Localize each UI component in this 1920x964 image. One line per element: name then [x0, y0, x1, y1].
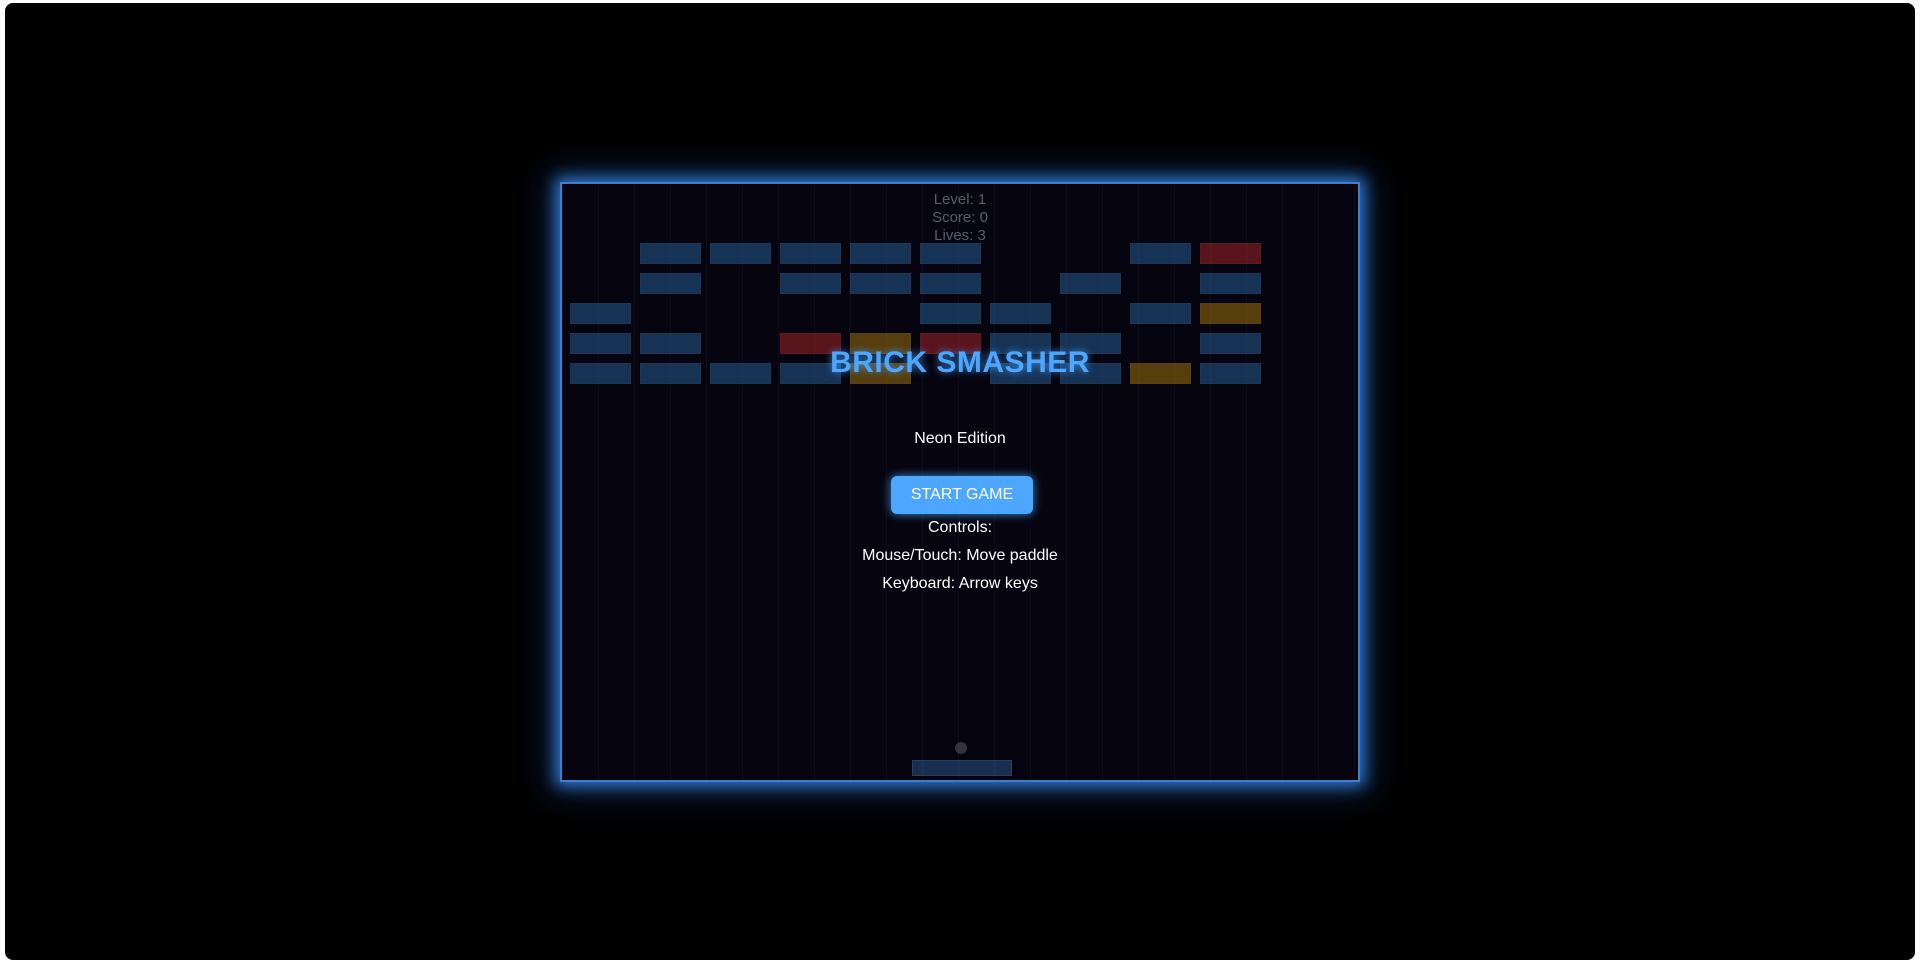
page-background: Level: 1 Score: 0 Lives: 3 BRICK SMASHER… [5, 3, 1915, 960]
start-game-button[interactable]: START GAME [891, 476, 1033, 514]
start-menu-overlay: BRICK SMASHER Neon Edition START GAME Co… [562, 184, 1358, 780]
controls-heading: Controls: [927, 519, 993, 536]
game-canvas[interactable]: Level: 1 Score: 0 Lives: 3 BRICK SMASHER… [560, 182, 1360, 782]
controls-keyboard-text: Keyboard: Arrow keys [882, 575, 1038, 592]
controls-mouse-text: Mouse/Touch: Move paddle [862, 547, 1058, 564]
game-subtitle: Neon Edition [914, 430, 1006, 447]
game-title: BRICK SMASHER [830, 346, 1090, 379]
